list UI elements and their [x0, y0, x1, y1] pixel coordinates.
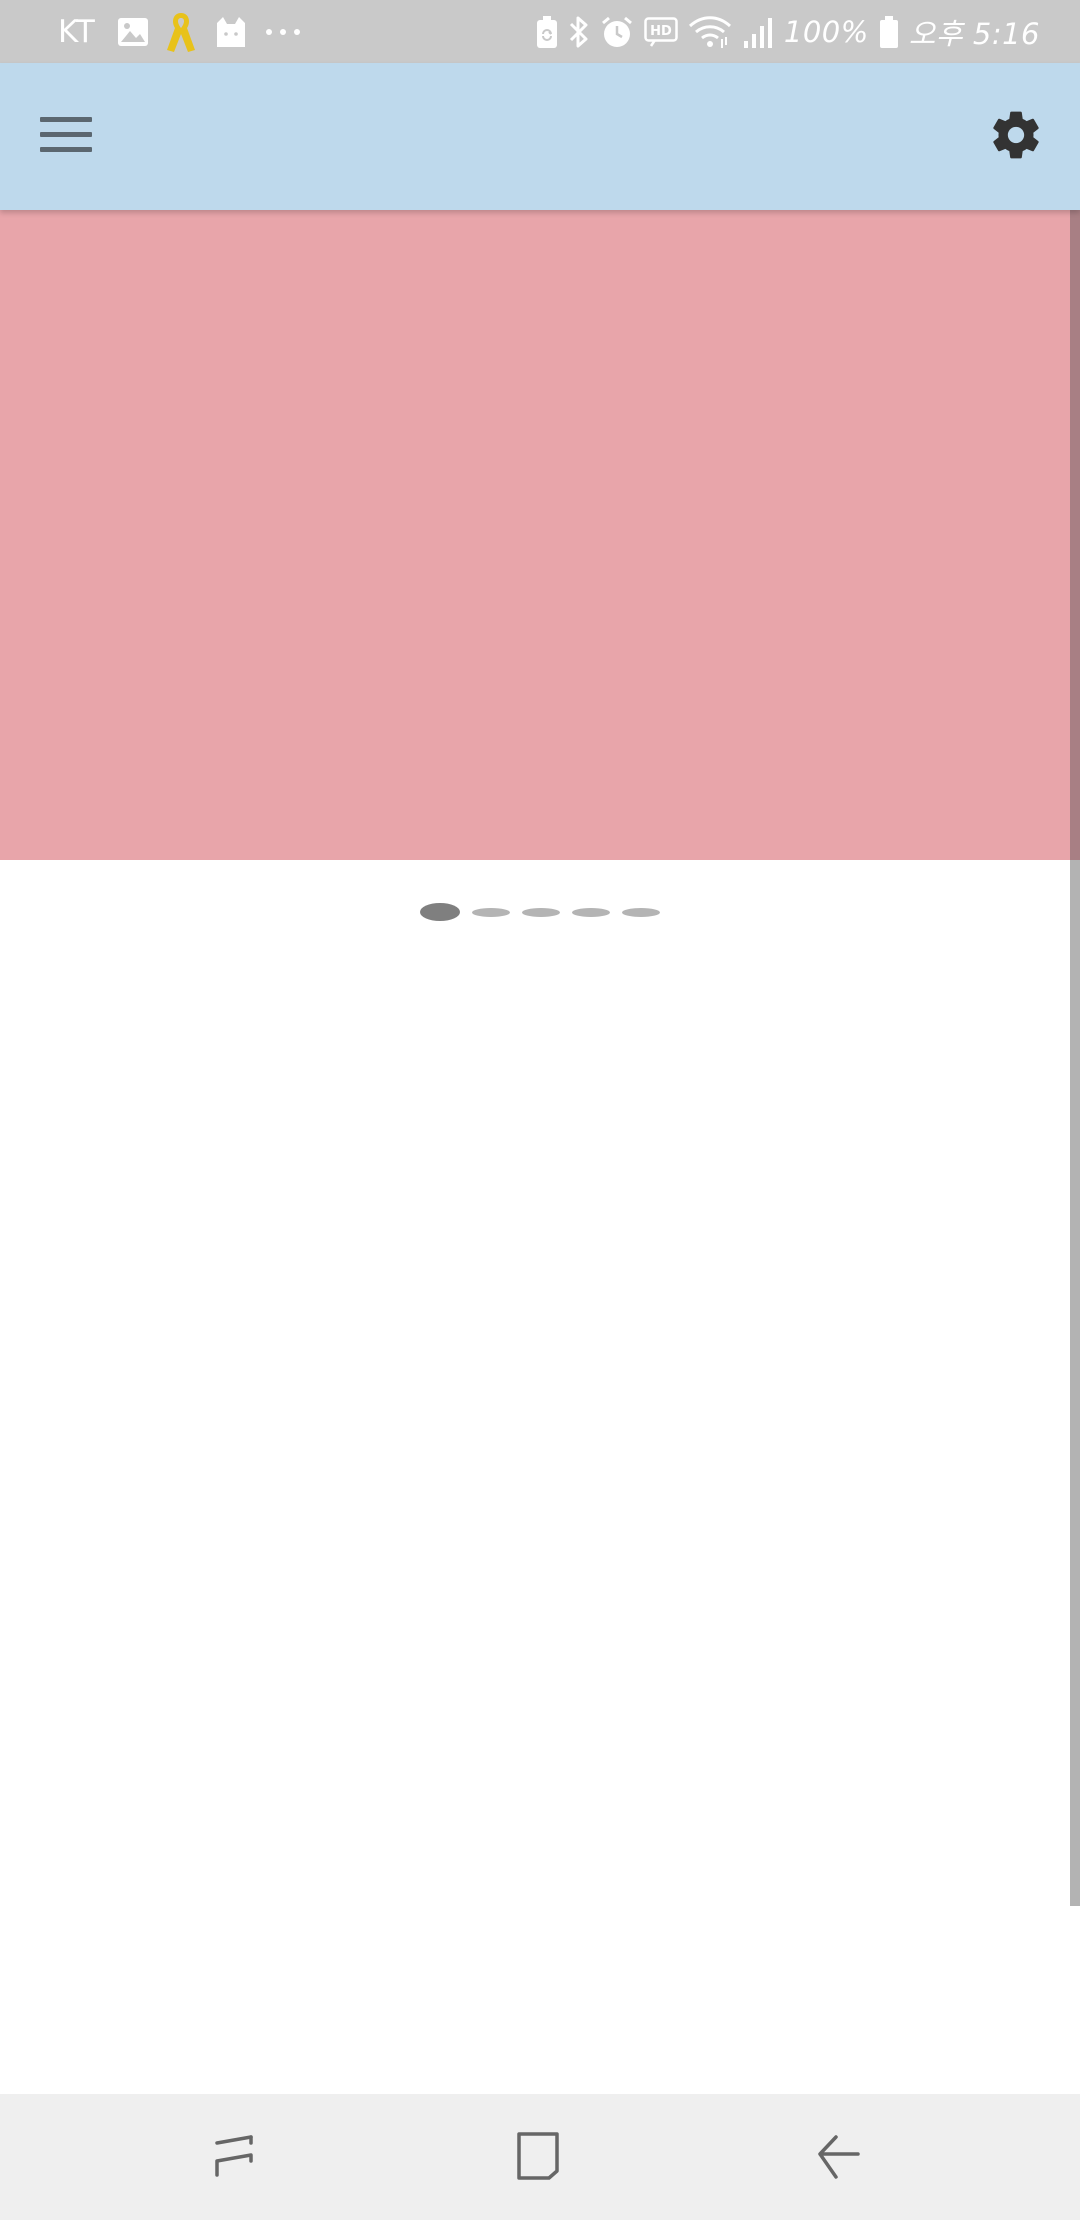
menu-icon	[40, 115, 92, 160]
back-button[interactable]	[801, 2120, 877, 2196]
gallery-icon	[117, 12, 149, 52]
battery-saver-icon	[536, 12, 558, 52]
back-icon	[814, 2131, 864, 2186]
recents-button[interactable]	[196, 2120, 272, 2196]
home-icon	[514, 2131, 562, 2186]
hd-icon: HD	[644, 12, 678, 52]
clock-label: 오후 5:16	[908, 16, 1040, 51]
settings-button[interactable]	[980, 101, 1052, 173]
battery-percent-label: 100%	[783, 14, 869, 49]
carousel-slide[interactable]	[0, 210, 1070, 860]
status-bar: KT HD 100% 오후 5:16	[0, 0, 1080, 63]
navigation-bar	[0, 2094, 1080, 2220]
app-bar	[0, 63, 1080, 210]
screen: KT HD 100% 오후 5:16	[0, 0, 1080, 2220]
settings-icon	[988, 107, 1044, 168]
svg-text:HD: HD	[650, 24, 672, 39]
signal-icon	[742, 12, 774, 52]
alarm-icon	[600, 12, 634, 52]
yellow-ribbon-icon	[163, 12, 199, 52]
status-bar-left: KT	[58, 0, 303, 63]
status-bar-right: HD 100% 오후 5:16	[536, 0, 1040, 63]
home-button[interactable]	[500, 2120, 576, 2196]
cat-icon	[213, 12, 249, 52]
carousel-dot[interactable]	[622, 907, 660, 917]
menu-button[interactable]	[30, 101, 102, 173]
wifi-icon	[688, 12, 732, 52]
battery-icon	[879, 12, 899, 52]
carousel-dot[interactable]	[522, 907, 560, 917]
carrier-label: KT	[58, 13, 95, 50]
carousel-dot[interactable]	[472, 907, 510, 917]
scrollbar-thumb[interactable]	[1070, 210, 1080, 860]
bluetooth-icon	[568, 12, 590, 52]
carousel-dot[interactable]	[420, 903, 460, 921]
carousel-dot[interactable]	[572, 907, 610, 917]
recents-icon	[211, 2131, 257, 2186]
more-dots-icon	[263, 12, 303, 52]
carousel-page-indicator	[420, 900, 660, 924]
